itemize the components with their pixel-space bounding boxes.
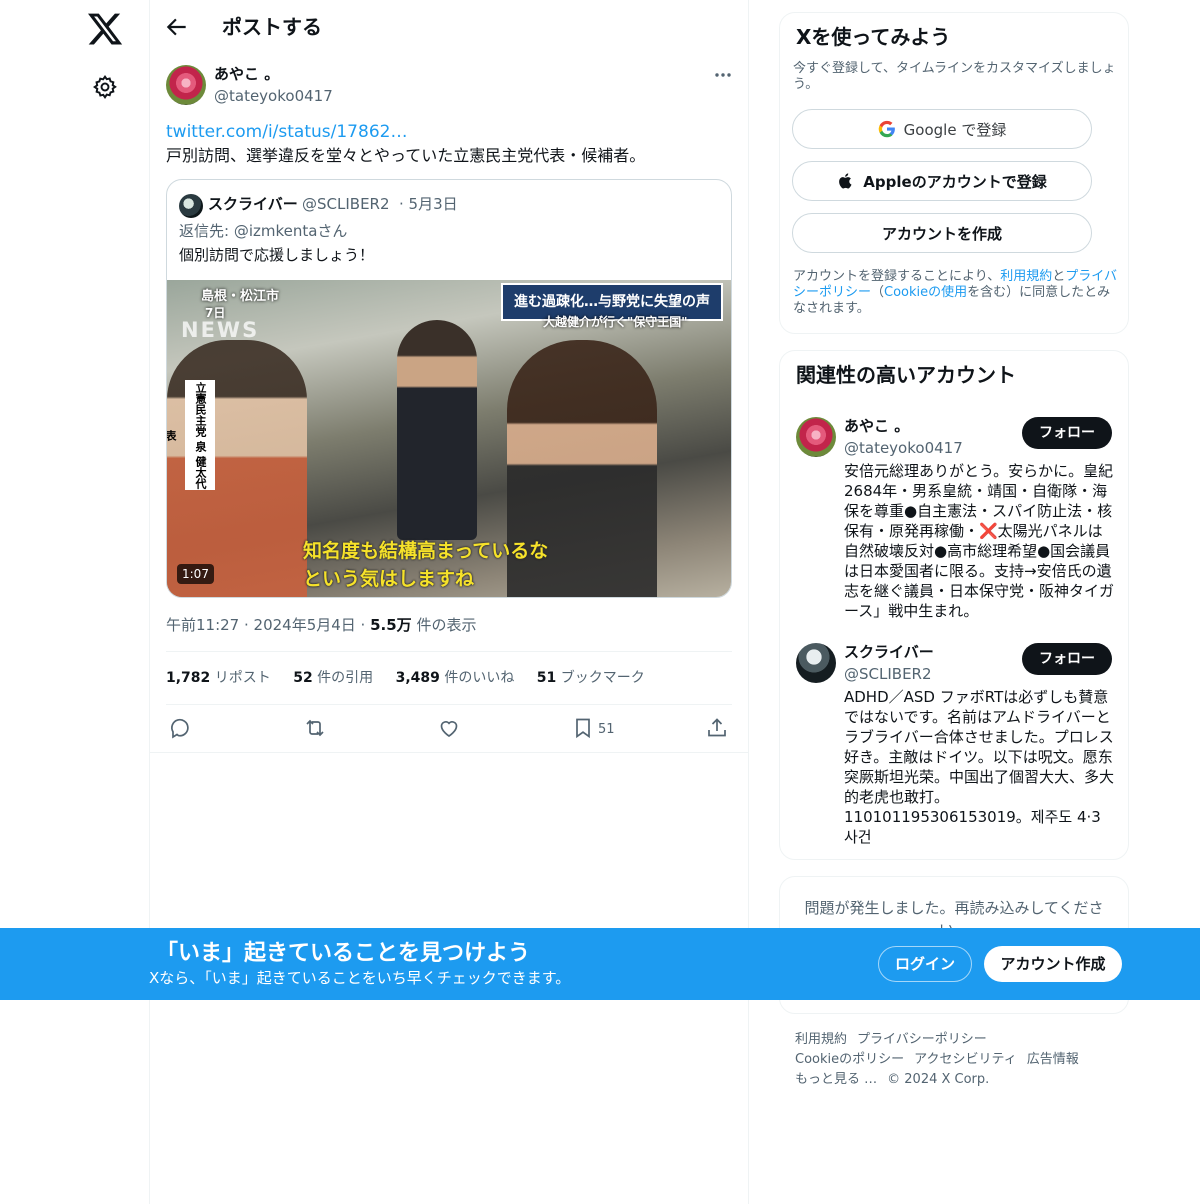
footer-terms-link[interactable]: 利用規約 [795,1032,847,1047]
video-banner-sub: 大越健介が行く"保守王国" [543,315,688,329]
main-column-right-border [748,0,749,1204]
more-options-icon[interactable] [710,64,736,86]
account-handle[interactable]: @SCLIBER2 [844,663,932,685]
signup-legal: アカウントを登録することにより、利用規約とプライバシーポリシー（Cookieの使… [793,269,1123,317]
video-player[interactable]: 進む過疎化…与野党に失望の声 大越健介が行く"保守王国" 島根・松江市 7日 N… [167,280,731,597]
footer-privacy-link[interactable]: プライバシーポリシー [857,1032,987,1047]
reposts-stat[interactable]: 1,782 リポスト [166,670,271,686]
author-handle[interactable]: @tateyoko0417 [214,86,333,106]
apple-icon [837,172,863,190]
share-icon[interactable] [705,716,729,740]
legal-text: アカウントを登録することにより、 [793,269,1001,284]
bookmarks-label: ブックマーク [556,670,645,686]
google-icon [878,120,904,138]
terms-link[interactable]: 利用規約 [1000,269,1052,284]
likes-stat[interactable]: 3,489 件のいいね [396,670,515,686]
banner-subtitle: Xなら、「いま」起きていることをいち早くチェックできます。 [149,969,571,987]
post-time[interactable]: 午前11:27 · 2024年5月4日 · [166,616,370,634]
footer-cookie-link[interactable]: Cookieのポリシー [795,1052,904,1067]
google-signup-label: Google で登録 [903,120,1007,139]
divider [150,752,748,753]
divider [166,704,732,705]
follow-button[interactable]: フォロー [1022,643,1112,675]
account-handle[interactable]: @tateyoko0417 [844,437,963,459]
x-logo-icon[interactable] [86,10,124,48]
avatar[interactable] [796,417,836,457]
quotes-count: 52 [293,670,313,686]
account-name[interactable]: あやこ 。 [844,415,909,437]
video-nameplate: 立憲民主党 泉 健太代表 [167,380,215,490]
signup-button[interactable]: アカウント作成 [984,946,1122,982]
post-actions: 51 [166,712,732,744]
quote-reply-to: 返信先: @izmkentaさん [179,222,348,240]
bookmark-action-count: 51 [598,722,615,737]
create-account-button[interactable]: アカウントを作成 [792,213,1092,253]
apple-signup-button[interactable]: Appleのアカウントで登録 [792,161,1092,201]
cookie-link[interactable]: Cookieの使用 [884,285,967,300]
author-avatar[interactable] [166,65,206,105]
follow-button[interactable]: フォロー [1022,417,1112,449]
footer-more-link[interactable]: もっと見る … [795,1072,877,1087]
apple-signup-label: Appleのアカウントで登録 [863,172,1047,191]
divider [166,651,732,652]
gear-icon[interactable] [92,74,118,100]
page-title: ポストする [222,15,322,39]
video-caption-line2: という気はしますね [303,568,475,590]
quotes-stat[interactable]: 52 件の引用 [293,670,373,686]
back-arrow-icon[interactable] [164,14,190,40]
quote-author-handle: @SCLIBER2 [302,195,390,213]
signup-subtitle: 今すぐ登録して、タイムラインをカスタマイズしましょう。 [793,61,1116,92]
footer-accessibility-link[interactable]: アクセシビリティ [914,1052,1017,1067]
video-figure [397,320,477,540]
login-banner: 「いま」起きていることを見つけよう Xなら、「いま」起きていることをいち早くチェ… [0,928,1200,1000]
footer-links: 利用規約 プライバシーポリシー Cookieのポリシー アクセシビリティ 広告情報 も… [795,1030,1125,1090]
reposts-count: 1,782 [166,670,211,686]
views-label: 件の表示 [411,616,477,634]
like-icon[interactable] [437,716,461,740]
related-accounts-title: 関連性の高いアカウント [796,363,1016,387]
quote-avatar [179,194,203,218]
likes-count: 3,489 [395,670,440,686]
author-name[interactable]: あやこ 。 [214,64,279,84]
views-count: 5.5万 [370,616,412,634]
post-text: 戸別訪問、選挙違反を堂々とやっていた立憲民主党代表・候補者。 [166,146,646,165]
video-news-mark: NEWS [181,318,260,342]
reposts-label: リポスト [210,670,271,686]
legal-text: （ [871,285,885,300]
post-link[interactable]: twitter.com/i/status/17862… [166,120,407,144]
signup-card: Xを使ってみよう 今すぐ登録して、タイムラインをカスタマイズしましょう。 Goo… [779,12,1129,334]
post-meta: 午前11:27 · 2024年5月4日 · 5.5万 件の表示 [166,614,476,636]
quotes-label: 件の引用 [312,670,374,686]
account-bio: ADHD／ASD ファボRTは必ずしも賛意ではないです。名前はアムドライバーとラ… [844,688,1115,846]
quoted-post[interactable]: スクライバー @SCLIBER2 · 5月3日 返信先: @izmkentaさん… [166,179,732,598]
google-signup-button[interactable]: Google で登録 [792,109,1092,149]
login-button[interactable]: ログイン [878,946,972,982]
related-accounts-card: 関連性の高いアカウント あやこ 。 @tateyoko0417 フォロー 安倍元… [779,350,1129,860]
quote-date: · 5月3日 [399,195,458,213]
repost-icon[interactable] [303,716,327,740]
bookmarks-count: 51 [536,670,557,686]
signup-title: Xを使ってみよう [796,25,951,49]
account-bio: 安倍元総理ありがとう。安らかに。皇紀2684年・男系皇統・靖国・自衛隊・海保を尊… [844,462,1115,620]
legal-text: と [1052,269,1066,284]
post-stats: 1,782 リポスト 52 件の引用 3,489 件のいいね 51 ブックマーク [166,667,663,689]
footer-copyright: © 2024 X Corp. [887,1072,990,1087]
bookmarks-stat[interactable]: 51 ブックマーク [537,670,645,686]
video-duration: 1:07 [177,564,214,584]
main-column-left-border [149,0,150,1204]
avatar[interactable] [796,643,836,683]
bookmark-icon[interactable] [571,716,595,740]
video-caption-line1: 知名度も結構高まっているな [303,540,549,562]
account-name[interactable]: スクライバー [844,641,934,663]
quote-author-name: スクライバー [208,195,298,213]
create-account-label: アカウントを作成 [881,224,1002,243]
likes-label: 件のいいね [439,670,515,686]
footer-ads-link[interactable]: 広告情報 [1027,1052,1079,1067]
quote-text: 個別訪問で応援しましょう！ [179,246,375,264]
reply-icon[interactable] [169,716,193,740]
banner-title: 「いま」起きていることを見つけよう [156,941,531,966]
